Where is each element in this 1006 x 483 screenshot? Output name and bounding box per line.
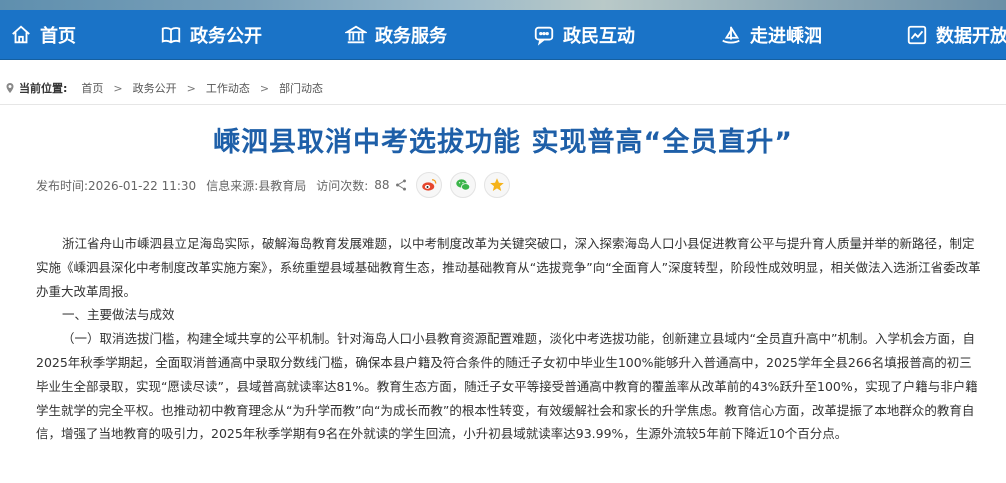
main-navigation: 首页 政务公开 政务服务 政民互动 走进嵊泗 数据开放 <box>0 10 1006 60</box>
publish-time: 发布时间:2026-01-22 11:30 <box>36 178 197 193</box>
breadcrumb-label: 当前位置: <box>19 82 68 95</box>
nav-item-open-data[interactable]: 数据开放 <box>906 10 1006 60</box>
chart-icon <box>907 25 927 44</box>
article-title: 嵊泗县取消中考选拔功能 实现普高“全员直升” <box>213 127 793 158</box>
info-source: 信息来源:县教育局 <box>206 178 307 193</box>
nav-item-label: 政务公开 <box>190 25 262 47</box>
section-heading: 一、主要做法与成效 <box>62 307 175 323</box>
home-icon <box>12 25 30 43</box>
share-weibo-button[interactable] <box>415 172 442 198</box>
nav-item-label: 走进嵊泗 <box>750 25 822 47</box>
breadcrumb-item-government-affairs[interactable]: 政务公开 <box>133 80 177 96</box>
nav-item-label: 政务服务 <box>375 25 447 47</box>
article-paragraph: （一）取消选拔门槛，构建全域共享的公平机制。针对海岛人口小县教育资源配置难题，淡… <box>36 331 978 442</box>
sailboat-icon <box>722 26 740 43</box>
nav-item-government-affairs[interactable]: 政务公开 <box>160 10 262 60</box>
article-body: 浙江省舟山市嵊泗县立足海岛实际，破解海岛教育发展难题，以中考制度改革为关键突破口… <box>36 232 981 446</box>
favorite-button[interactable] <box>483 172 510 198</box>
nav-item-label: 数据开放 <box>936 25 1006 47</box>
nav-item-home[interactable]: 首页 <box>10 10 76 60</box>
breadcrumb-divider <box>0 104 1006 105</box>
star-icon <box>489 178 504 191</box>
nav-item-government-services[interactable]: 政务服务 <box>345 10 447 60</box>
header-banner-image <box>0 0 1006 10</box>
building-icon <box>345 25 367 43</box>
article-paragraph: 浙江省舟山市嵊泗县立足海岛实际，破解海岛教育发展难题，以中考制度改革为关键突破口… <box>36 236 981 299</box>
breadcrumb-separator: > <box>186 81 196 95</box>
share-wechat-button[interactable] <box>449 172 476 198</box>
wechat-icon <box>455 179 470 191</box>
visits-count: 88 <box>374 178 390 192</box>
breadcrumb-separator: > <box>259 81 270 95</box>
article-meta: 发布时间:2026-01-22 11:30 信息来源:县教育局 访问次数: 88 <box>36 172 518 198</box>
chat-icon <box>534 26 554 46</box>
weibo-icon <box>421 179 436 191</box>
visits-label: 访问次数: <box>316 178 369 193</box>
nav-item-label: 首页 <box>40 25 76 47</box>
breadcrumb-separator: > <box>113 81 123 95</box>
breadcrumb-item-work-news[interactable]: 工作动态 <box>206 80 250 96</box>
location-pin-icon <box>6 83 14 93</box>
nav-item-label: 政民互动 <box>563 25 635 47</box>
book-icon <box>161 26 181 43</box>
breadcrumb-item-department-news[interactable]: 部门动态 <box>279 80 323 96</box>
breadcrumb-item-home[interactable]: 首页 <box>81 80 103 96</box>
share-icon <box>395 179 406 191</box>
breadcrumb: 当前位置: 首页 > 政务公开 > 工作动态 > 部门动态 <box>4 79 323 97</box>
nav-item-about-shengsi[interactable]: 走进嵊泗 <box>720 10 822 60</box>
nav-item-public-interaction[interactable]: 政民互动 <box>533 10 635 60</box>
